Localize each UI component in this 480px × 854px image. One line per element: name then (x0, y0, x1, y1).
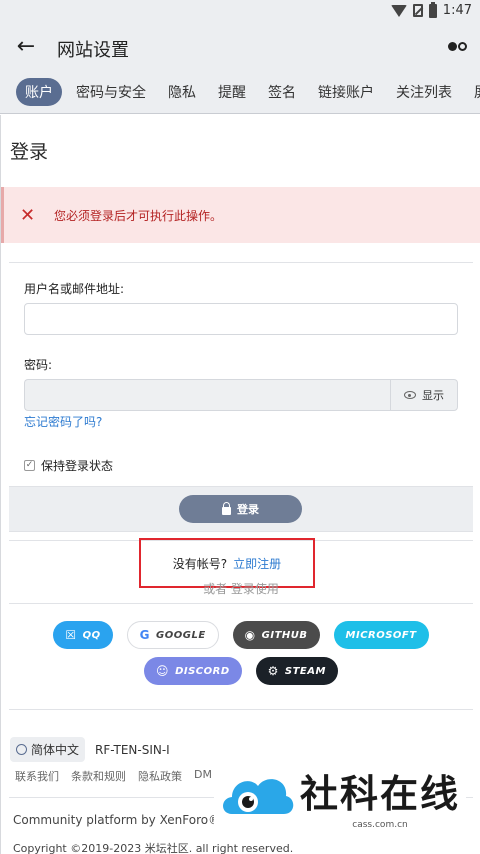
watermark-brand: 社科在线 (300, 771, 461, 816)
eye-icon (404, 391, 416, 399)
watermark-text: 社科在线 cass.com.cn (300, 763, 460, 830)
more-menu-icon[interactable] (448, 37, 470, 55)
status-time: 1:47 (442, 3, 472, 18)
qq-login-button[interactable]: ☒ QQ (53, 621, 113, 649)
password-label: 密码: (24, 358, 53, 372)
form-submit-row: 登录 (9, 486, 473, 532)
battery-icon (428, 1, 437, 18)
arrow-left-icon[interactable]: ← (12, 32, 40, 60)
tab-account[interactable]: 账户 (16, 77, 62, 106)
discord-login-button[interactable]: ☺ DISCORD (144, 657, 242, 685)
github-label: GITHUB (261, 629, 308, 641)
no-sim-icon (412, 4, 423, 17)
tab-password-security[interactable]: 密码与安全 (76, 82, 146, 102)
divider (9, 262, 473, 263)
social-login-row: ☒ QQ G GOOGLE ◉ GITHUB MICROSOFT (1, 621, 480, 649)
tab-connected-accounts[interactable]: 链接账户 (318, 82, 374, 102)
register-link[interactable]: 立即注册 (233, 555, 281, 572)
footer-link-dm[interactable]: DM (194, 768, 212, 784)
watermark: 社科在线 cass.com.cn (214, 756, 466, 836)
google-icon: G (139, 628, 151, 642)
microsoft-login-button[interactable]: MICROSOFT (333, 621, 429, 649)
error-banner: ✕ 您必须登录后才可执行此操作。 (1, 187, 480, 243)
language-style-row: 简体中文 RF-TEN-SIN-I (10, 737, 170, 762)
steam-label: STEAM (284, 665, 326, 677)
remember-me-label: 保持登录状态 (41, 459, 114, 473)
show-password-label: 显示 (422, 389, 444, 402)
footer-link-terms[interactable]: 条款和规则 (71, 768, 126, 784)
lock-icon (222, 501, 231, 515)
login-page: 登录 ✕ 您必须登录后才可执行此操作。 用户名或邮件地址: 密码: 显示 忘记密… (0, 115, 480, 854)
or-login-with-text: 或者 登录使用 (203, 582, 279, 596)
steam-icon: ⚙ (267, 664, 279, 678)
wifi-icon (390, 4, 407, 17)
divider (9, 603, 473, 604)
cloud-logo-icon (223, 779, 294, 814)
qq-label: QQ (82, 629, 101, 641)
login-button-label: 登录 (237, 503, 259, 516)
footer-link-contact[interactable]: 联系我们 (15, 768, 59, 784)
social-login-row: ☺ DISCORD ⚙ STEAM (1, 657, 480, 685)
language-label: 简体中文 (31, 743, 80, 757)
globe-icon (16, 744, 27, 755)
login-button[interactable]: 登录 (179, 495, 302, 523)
tab-privacy[interactable]: 隐私 (168, 82, 196, 102)
watermark-domain: cass.com.cn (352, 819, 408, 830)
password-input[interactable] (24, 379, 390, 411)
settings-tabs: 账户 密码与安全 隐私 提醒 签名 链接账户 关注列表 屏蔽 (0, 70, 480, 114)
footer-link-privacy[interactable]: 隐私政策 (138, 768, 182, 784)
username-input[interactable] (24, 303, 458, 335)
github-icon: ◉ (244, 628, 256, 642)
copyright-text: Copyright ©2019-2023 米坛社区. all right res… (13, 842, 294, 854)
username-label: 用户名或邮件地址: (24, 282, 125, 296)
google-label: GOOGLE (156, 629, 206, 641)
checkbox-icon: ✓ (24, 460, 35, 471)
powered-by-text: Community platform by XenForo® © 2 (13, 813, 248, 827)
status-bar: 1:47 (0, 0, 480, 24)
discord-icon: ☺ (156, 664, 170, 678)
google-login-button[interactable]: G GOOGLE (126, 621, 219, 649)
discord-label: DISCORD (175, 665, 230, 677)
page-title: 网站设置 (57, 40, 129, 61)
steam-login-button[interactable]: ⚙ STEAM (255, 657, 338, 685)
divider (9, 709, 473, 710)
error-message: 您必须登录后才可执行此操作。 (54, 208, 223, 223)
tab-alerts[interactable]: 提醒 (218, 82, 246, 102)
tab-following[interactable]: 关注列表 (396, 82, 452, 102)
login-heading: 登录 (10, 141, 49, 163)
tab-ignoring[interactable]: 屏蔽 (474, 82, 480, 102)
forgot-password-link[interactable]: 忘记密码了吗? (24, 413, 102, 430)
github-login-button[interactable]: ◉ GITHUB (232, 621, 320, 649)
no-account-text: 没有帐号? (172, 556, 228, 571)
microsoft-label: MICROSOFT (345, 629, 417, 641)
app-bar: ← 网站设置 (0, 24, 480, 70)
close-icon: ✕ (20, 204, 36, 226)
status-icons: 1:47 (390, 1, 472, 18)
show-password-button[interactable]: 显示 (390, 379, 458, 411)
style-name: RF-TEN-SIN-I (95, 742, 170, 757)
language-chooser[interactable]: 简体中文 (10, 737, 86, 762)
footer-links: 联系我们 条款和规则 隐私政策 DM (15, 768, 212, 784)
tab-signature[interactable]: 签名 (268, 82, 296, 102)
qq-icon: ☒ (65, 628, 77, 642)
remember-me-checkbox[interactable]: ✓ 保持登录状态 (24, 457, 113, 474)
